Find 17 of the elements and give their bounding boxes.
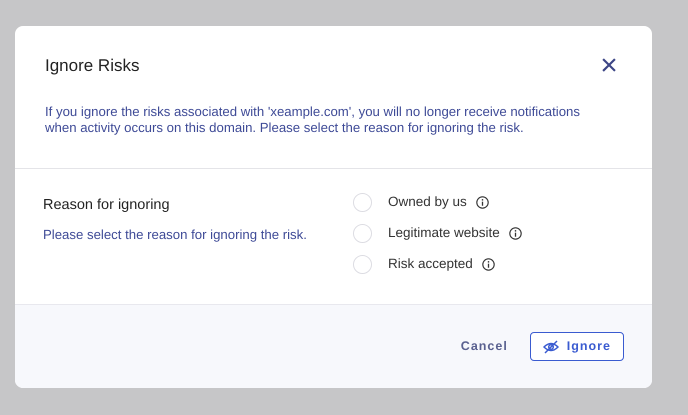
- hidden-eye-icon: [542, 340, 559, 354]
- reason-hint: Please select the reason for ignoring the risk.: [43, 226, 308, 244]
- info-icon[interactable]: [476, 196, 489, 209]
- reason-label: Reason for ignoring: [43, 196, 171, 215]
- description-text: If you ignore the risks associated with 'xeample.com', you will no longer receive notifications when activity occurs on this domain. Please select the reason for ignoring the risk.: [44, 103, 581, 137]
- radio-button[interactable]: [353, 224, 372, 243]
- close-button[interactable]: ×: [598, 54, 620, 78]
- option-label: Legitimate website: [388, 224, 500, 242]
- cancel-button[interactable]: Cancel: [456, 331, 512, 362]
- radio-button[interactable]: [353, 255, 372, 274]
- dialog-title: Ignore Risks: [45, 56, 140, 76]
- radio-button[interactable]: [353, 193, 372, 212]
- info-icon[interactable]: [482, 258, 495, 271]
- info-icon[interactable]: [508, 227, 522, 240]
- ignore-button[interactable]: Ignore: [530, 332, 624, 361]
- option-label: Risk accepted: [388, 255, 473, 274]
- option-label: Owned by us: [388, 193, 467, 212]
